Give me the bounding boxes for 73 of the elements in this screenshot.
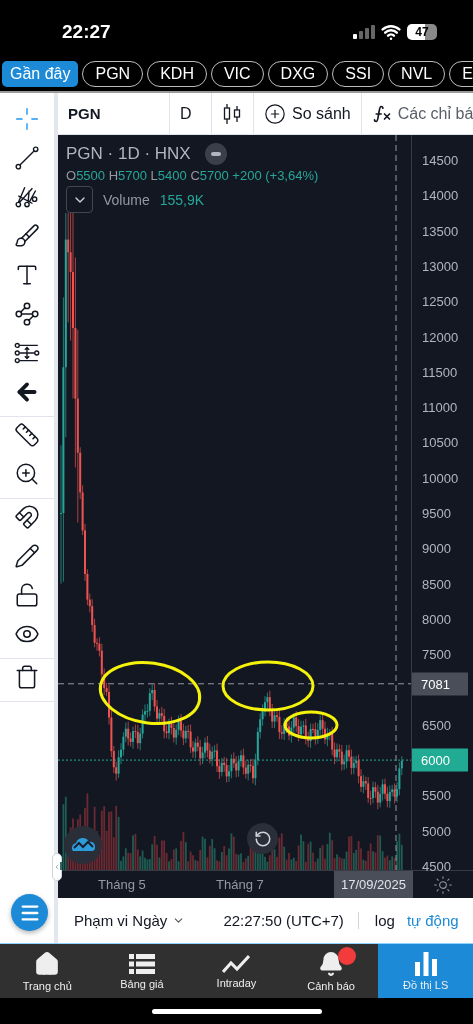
price-label: 8000 bbox=[422, 611, 451, 627]
brush-icon[interactable] bbox=[14, 223, 40, 249]
ruler-icon[interactable] bbox=[14, 422, 40, 448]
position-icon[interactable] bbox=[14, 340, 40, 366]
battery-level: 47 bbox=[407, 23, 437, 40]
logo-button[interactable] bbox=[64, 826, 102, 864]
list-icon bbox=[128, 952, 155, 975]
minus-icon[interactable] bbox=[210, 152, 221, 156]
reset-icon[interactable] bbox=[253, 829, 272, 848]
price-tag: 7081 bbox=[412, 672, 468, 696]
price-label: 10500 bbox=[422, 434, 459, 450]
pitchfork-icon[interactable] bbox=[14, 184, 40, 210]
price-label: 12000 bbox=[422, 329, 459, 344]
ticker-chip[interactable]: Gần đây bbox=[2, 61, 79, 87]
zoom-in-icon[interactable] bbox=[14, 461, 40, 487]
line-chart-icon bbox=[222, 953, 251, 974]
unlock-icon[interactable] bbox=[14, 582, 40, 608]
scale-button[interactable]: tự động bbox=[400, 912, 465, 929]
price-label: 14500 bbox=[422, 152, 459, 168]
settings-icon[interactable] bbox=[432, 874, 453, 895]
price-label: 11000 bbox=[422, 399, 458, 415]
range-dropdown[interactable]: Phạm vi Ngày bbox=[74, 912, 186, 929]
price-label: 9500 bbox=[422, 505, 451, 521]
pattern-icon[interactable] bbox=[14, 301, 40, 327]
price-label: 13500 bbox=[422, 223, 459, 239]
indicators-button[interactable]: Các chỉ bá bbox=[397, 104, 473, 123]
candlestick-icon[interactable] bbox=[222, 102, 242, 125]
price-label: 7500 bbox=[422, 646, 451, 662]
minus-button[interactable] bbox=[204, 143, 227, 165]
price-label: 5500 bbox=[422, 787, 451, 803]
price-label: 13000 bbox=[422, 258, 459, 274]
time-label: Tháng 5 bbox=[98, 877, 146, 892]
chart-title: PGN · 1D · HNX bbox=[66, 144, 191, 164]
trash-icon[interactable] bbox=[14, 664, 40, 690]
volume-value: 155,9K bbox=[159, 191, 205, 208]
nav-tab[interactable]: Trang chủ bbox=[0, 944, 95, 998]
interval-button[interactable]: D bbox=[180, 104, 192, 123]
nav-tab[interactable]: Bảng giá bbox=[94, 944, 190, 998]
scale-button[interactable]: log bbox=[368, 912, 401, 929]
price-label: 6500 bbox=[422, 717, 451, 733]
bar-chart-icon bbox=[413, 951, 438, 976]
ohlc-values: O5500 H5700 L5400 C5700 +200 (+3,64%) bbox=[66, 168, 319, 183]
compare-button[interactable]: So sánh bbox=[292, 104, 351, 123]
magnet-icon[interactable] bbox=[14, 504, 40, 530]
price-label: 10000 bbox=[422, 470, 459, 486]
status-time: 22:27 bbox=[62, 20, 111, 43]
price-label: 14000 bbox=[422, 187, 459, 203]
price-label: 4500 bbox=[422, 858, 451, 874]
pencil-icon[interactable] bbox=[14, 543, 40, 569]
fx-icon[interactable] bbox=[371, 103, 392, 124]
chevron-left-icon[interactable] bbox=[53, 863, 61, 871]
signal-icon bbox=[353, 24, 375, 39]
nav-tab[interactable]: Intraday bbox=[189, 944, 284, 998]
line-icon[interactable] bbox=[14, 145, 40, 171]
price-label: 9000 bbox=[422, 540, 451, 556]
plus-circle-icon[interactable] bbox=[264, 102, 286, 125]
menu-button[interactable] bbox=[11, 894, 48, 931]
clock-time: 22:27:50 (UTC+7) bbox=[223, 912, 359, 929]
home-icon bbox=[34, 950, 61, 977]
bell-icon bbox=[318, 950, 345, 977]
price-tag: 6000 bbox=[412, 748, 468, 772]
price-label: 11500 bbox=[422, 364, 458, 380]
collapse-button[interactable] bbox=[66, 186, 93, 213]
cloud-chart-logo[interactable] bbox=[71, 837, 95, 853]
price-label: 5000 bbox=[422, 823, 451, 839]
volume-label: Volume bbox=[103, 191, 150, 208]
nav-tab[interactable]: Cảnh báo bbox=[283, 944, 379, 998]
symbol-label[interactable]: PGN bbox=[68, 105, 101, 122]
price-label: 12500 bbox=[422, 293, 459, 309]
reset-button[interactable] bbox=[247, 823, 278, 854]
price-label: 8500 bbox=[422, 576, 451, 592]
date-tag: 17/09/2025 bbox=[333, 871, 413, 898]
time-label: Tháng 7 bbox=[216, 877, 264, 892]
